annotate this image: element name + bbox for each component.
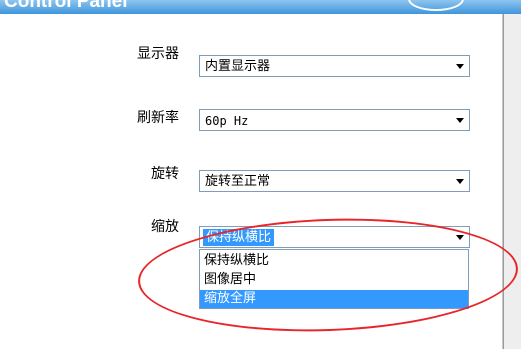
chevron-down-icon[interactable] bbox=[456, 64, 464, 69]
scaling-select[interactable]: 保持纵横比 bbox=[199, 226, 470, 248]
control-panel-window: Control Panel 显示器 内置显示器 刷新率 60p Hz 旋转 旋转… bbox=[0, 0, 521, 349]
window-title: Control Panel bbox=[4, 0, 128, 12]
refresh-rate-select-value: 60p Hz bbox=[205, 114, 249, 128]
display-select[interactable]: 内置显示器 bbox=[199, 55, 470, 77]
chevron-down-icon[interactable] bbox=[456, 118, 464, 123]
rotation-select[interactable]: 旋转至正常 bbox=[199, 170, 470, 192]
logo-icon bbox=[408, 0, 464, 11]
chevron-down-icon[interactable] bbox=[456, 235, 464, 240]
scaling-options-list: 保持纵横比 图像居中 缩放全屏 bbox=[199, 249, 469, 309]
chevron-down-icon[interactable] bbox=[456, 179, 464, 184]
scaling-option-keep-aspect[interactable]: 保持纵横比 bbox=[200, 252, 468, 270]
refresh-rate-label: 刷新率 bbox=[137, 110, 179, 126]
display-label: 显示器 bbox=[137, 46, 179, 62]
scaling-label: 缩放 bbox=[151, 219, 179, 235]
rotation-label: 旋转 bbox=[151, 166, 179, 182]
scaling-select-value: 保持纵横比 bbox=[203, 229, 275, 246]
title-bar: Control Panel bbox=[0, 0, 521, 14]
display-select-value: 内置显示器 bbox=[205, 59, 271, 74]
scaling-option-center-image[interactable]: 图像居中 bbox=[200, 271, 468, 289]
refresh-rate-select[interactable]: 60p Hz bbox=[199, 109, 470, 131]
scaling-option-full-screen[interactable]: 缩放全屏 bbox=[200, 290, 468, 308]
side-strip bbox=[504, 14, 521, 349]
rotation-select-value: 旋转至正常 bbox=[205, 174, 271, 189]
